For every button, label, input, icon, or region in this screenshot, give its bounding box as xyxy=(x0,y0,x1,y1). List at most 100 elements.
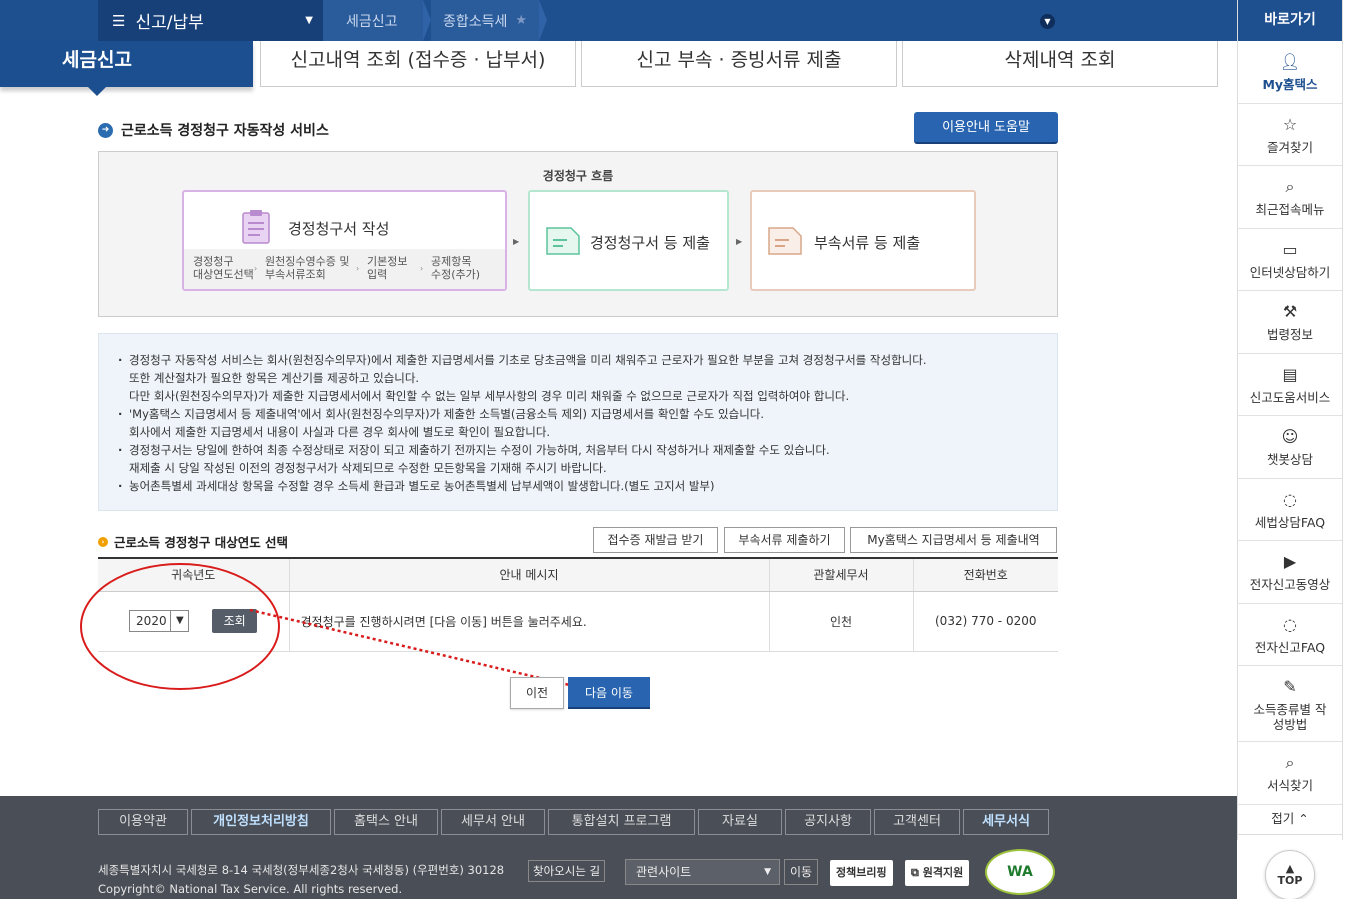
chevron-down-icon: ▼ xyxy=(305,15,313,26)
recent-icon: ⌕ xyxy=(1285,177,1295,196)
arrow-right-circle-icon: ➜ xyxy=(98,122,113,138)
sidebar-item-law-info[interactable]: ⚒ 법령정보 xyxy=(1238,291,1342,354)
substep-line2: 부속서류조회 xyxy=(265,268,326,281)
footer-link-notice[interactable]: 공지사항 xyxy=(785,809,871,835)
year-select-title-text: 근로소득 경정청구 대상연도 선택 xyxy=(114,535,289,550)
sidebar-item-label: My홈택스 xyxy=(1262,77,1318,92)
related-site-select[interactable]: 관련사이트 ▼ xyxy=(625,859,780,885)
footer-address: 세종특별자치시 국세청로 8-14 국세청(정부세종2청사 국세청동) (우편번… xyxy=(98,863,505,877)
footer-copyright: Copyright© National Tax Service. All rig… xyxy=(98,882,403,896)
sidebar-item-recent-menu[interactable]: ⌕ 최근접속메뉴 xyxy=(1238,166,1342,229)
chevron-up-icon: ⌃ xyxy=(1298,810,1309,826)
tab-label: 신고내역 조회 (접수증 · 납부서) xyxy=(290,49,546,71)
notice-line: 재제출 시 당일 작성된 이전의 경정청구서가 삭제되므로 수정한 모든항목을 … xyxy=(129,461,607,475)
year-select[interactable]: 2020 ▼ xyxy=(129,610,190,632)
play-icon: ▶ xyxy=(1283,552,1297,571)
query-button[interactable]: 조회 xyxy=(212,609,258,633)
year-select-title: › 근로소득 경정청구 대상연도 선택 xyxy=(98,532,288,551)
sidebar-item-writing-guide[interactable]: ✎ 소득종류별 작성방법 xyxy=(1238,666,1342,742)
tab-attachment-submit[interactable]: 신고 부속 · 증빙서류 제출 xyxy=(581,41,897,87)
office-cell: 인천 xyxy=(768,591,913,652)
attachment-submit-button[interactable]: 부속서류 제출하기 xyxy=(724,527,845,553)
breadcrumb-item-2[interactable]: 종합소득세 ★ xyxy=(431,0,547,41)
sidebar-item-label: 즐겨찾기 xyxy=(1266,139,1313,155)
star-icon[interactable]: ★ xyxy=(515,13,527,28)
sidebar-item-label: 법령정보 xyxy=(1266,327,1313,342)
remote-support-icon: ⧉ xyxy=(911,866,919,879)
tab-tax-report-active[interactable]: 세금신고 xyxy=(0,41,253,96)
section-title-text: 근로소득 경정청구 자동작성 서비스 xyxy=(121,123,329,139)
tab-label: 삭제내역 조회 xyxy=(1004,49,1116,71)
sidebar-item-report-help[interactable]: ▤ 신고도움서비스 xyxy=(1238,354,1342,416)
year-select-table: 귀속년도 안내 메시지 관할세무서 전화번호 2020 ▼ 조회 경정청구를 진… xyxy=(98,557,1058,652)
substep-line1: 경정청구 xyxy=(193,255,234,268)
policy-briefing-link[interactable]: 정책브리핑 xyxy=(830,860,893,886)
prev-button[interactable]: 이전 xyxy=(510,677,564,709)
footer-link-install[interactable]: 통합설치 프로그램 xyxy=(548,809,695,835)
tab-label: 신고 부속 · 증빙서류 제출 xyxy=(636,49,842,71)
flow-diagram: 경정청구 흐름 경정청구서 작성 경정청구 대상연도선택 › 원천징수영수증 및 부속… xyxy=(98,151,1058,317)
notice-line: 다만 회사(원천징수의무자)가 제출한 지급명세서에서 확인할 수 없는 일부 … xyxy=(129,389,850,403)
document-icon xyxy=(768,227,802,255)
footer-links: 이용약관 개인정보처리방침 홈택스 안내 세무서 안내 통합설치 프로그램 자료… xyxy=(98,809,1052,835)
breadcrumb-item-1[interactable]: 세금신고 xyxy=(323,0,431,41)
breadcrumb-label: 종합소득세 xyxy=(443,13,508,30)
web-accessibility-mark-logo: WA xyxy=(985,849,1055,895)
sidebar-item-efiling-faq[interactable]: ◌ 전자신고FAQ xyxy=(1238,604,1342,666)
main-menu-dropdown[interactable]: ☰ 신고/납부 ▼ xyxy=(98,0,323,41)
sidebar-item-label: 인터넷상담하기 xyxy=(1249,264,1331,280)
sidebar-item-favorites[interactable]: ☆ 즐겨찾기 xyxy=(1238,104,1342,166)
table-header: 전화번호 xyxy=(912,557,1058,592)
receipt-reissue-button[interactable]: 접수증 재발급 받기 xyxy=(593,527,718,553)
chevron-down-icon: ▼ xyxy=(170,611,188,631)
notice-line: 'My홈택스 지급명세서 등 제출내역'에서 회사(원천징수의무자)가 제출한 … xyxy=(118,405,1057,423)
year-cell: 2020 ▼ 조회 xyxy=(98,591,289,652)
tab-deleted-history[interactable]: 삭제내역 조회 xyxy=(902,41,1218,87)
footer-link-tax-forms[interactable]: 세무서식 xyxy=(963,809,1049,835)
notice-line: 경정청구서는 당일에 한하여 최종 수정상태로 저장이 되고 제출하기 전까지는… xyxy=(118,441,1057,459)
payment-statement-history-button[interactable]: My홈택스 지급명세서 등 제출내역 xyxy=(850,527,1057,553)
footer-link-office-guide[interactable]: 세무서 안내 xyxy=(441,809,545,835)
next-button[interactable]: 다음 이동 xyxy=(568,677,650,709)
sidebar-collapse-button[interactable]: 접기 ⌃ xyxy=(1238,805,1342,835)
chevron-right-icon: › xyxy=(356,264,360,273)
substep-line1: 공제항목 xyxy=(431,255,472,268)
related-site-go-button[interactable]: 이동 xyxy=(784,859,819,885)
footer-link-hometax-guide[interactable]: 홈택스 안내 xyxy=(334,809,438,835)
main-menu-label: 신고/납부 xyxy=(135,13,204,33)
hamburger-icon: ☰ xyxy=(112,11,126,30)
footer-link-customer-center[interactable]: 고객센터 xyxy=(874,809,960,835)
related-site-select-value: 관련사이트 xyxy=(636,865,692,879)
sidebar-collapse-label: 접기 xyxy=(1271,810,1295,826)
sidebar-item-my-hometax[interactable]: 👤︎ My홈택스 xyxy=(1238,41,1342,104)
footer-link-terms[interactable]: 이용약관 xyxy=(98,809,188,835)
tab-report-history[interactable]: 신고내역 조회 (접수증 · 납부서) xyxy=(260,41,576,87)
top-navigation-bar: ☰ 신고/납부 ▼ 세금신고 종합소득세 ★ ▼ xyxy=(0,0,1237,41)
star-icon: ☆ xyxy=(1282,114,1298,134)
sidebar-item-chatbot[interactable]: ☺ 챗봇상담 xyxy=(1238,416,1342,479)
bullet-circle-icon: › xyxy=(98,536,108,547)
breadcrumb-separator xyxy=(539,0,547,41)
year-select-value: 2020 xyxy=(136,614,167,628)
scroll-top-button[interactable]: ▲ TOP xyxy=(1265,850,1315,899)
flow-arrow-icon: ▶ xyxy=(513,237,520,246)
sidebar-item-tax-faq[interactable]: ◌ 세법상담FAQ xyxy=(1238,479,1342,541)
footer-link-library[interactable]: 자료실 xyxy=(698,809,782,835)
footer-link-privacy[interactable]: 개인정보처리방침 xyxy=(191,809,331,835)
find-way-button[interactable]: 찾아오시는 길 xyxy=(528,860,606,882)
breadcrumb-label: 세금신고 xyxy=(346,13,398,30)
substep-2: › 원천징수영수증 및 부속서류조회 xyxy=(254,249,358,289)
flow-step-write: 경정청구서 작성 경정청구 대상연도선택 › 원천징수영수증 및 부속서류조회 › 기본… xyxy=(182,190,507,291)
breadcrumb-separator xyxy=(423,0,431,41)
chat-icon: ◌ xyxy=(1283,614,1297,634)
remote-support-link[interactable]: ⧉ 원격지원 xyxy=(905,860,970,886)
chevron-down-circle-icon[interactable]: ▼ xyxy=(1040,14,1055,29)
help-guide-button[interactable]: 이용안내 도움말 xyxy=(914,112,1058,144)
sidebar-item-form-search[interactable]: ⌕ 서식찾기 xyxy=(1238,742,1342,805)
notice-box: 경정청구 자동작성 서비스는 회사(원천징수의무자)에서 제출한 지급명세서를 … xyxy=(98,333,1058,511)
scroll-top-label: TOP xyxy=(1277,874,1303,887)
active-tab-pointer xyxy=(88,87,106,96)
sidebar-item-online-consult[interactable]: ▭ 인터넷상담하기 xyxy=(1238,229,1342,291)
sidebar-item-video[interactable]: ▶ 전자신고동영상 xyxy=(1238,541,1342,604)
substep-3: › 기본정보 입력 xyxy=(356,249,422,289)
